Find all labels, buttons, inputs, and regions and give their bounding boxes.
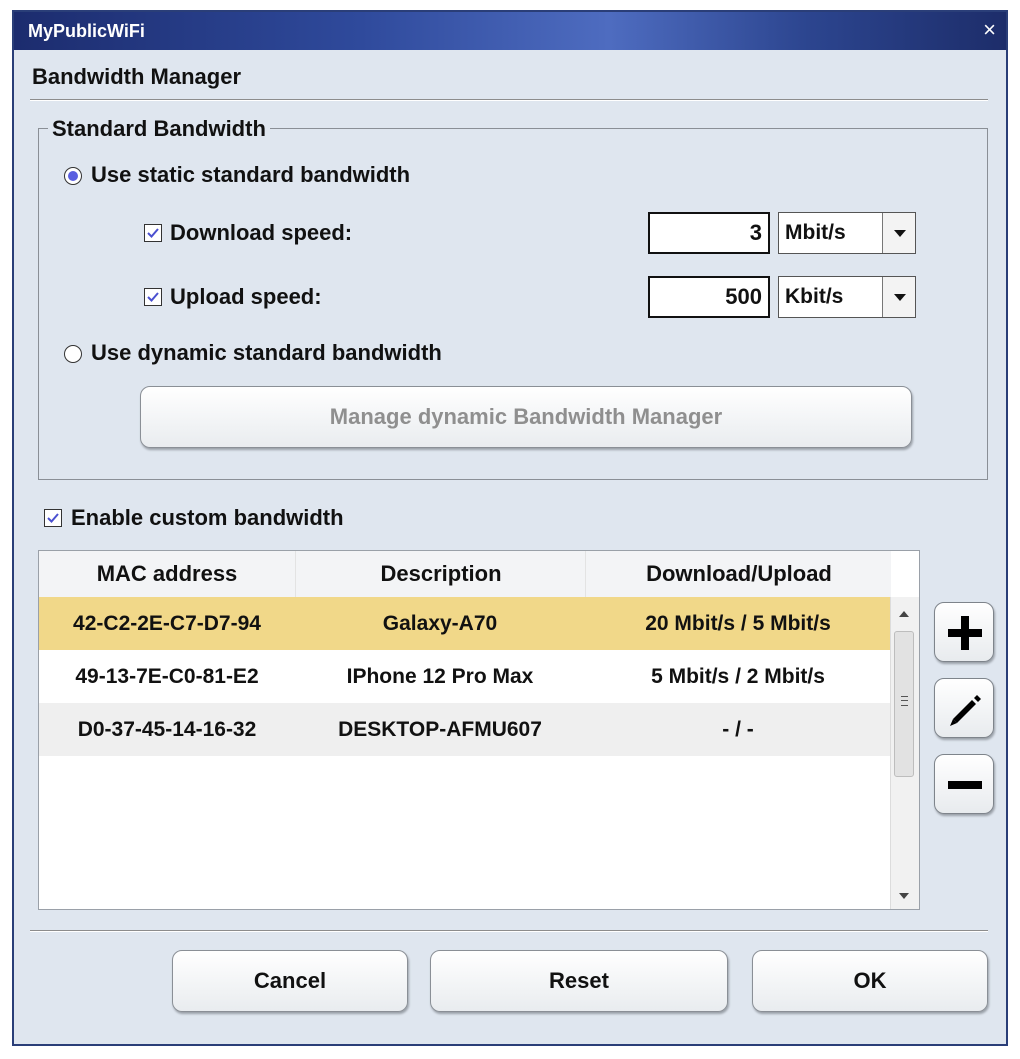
ok-button[interactable]: OK [752,950,988,1012]
checkmark-icon [147,228,159,238]
table-row[interactable]: 42-C2-2E-C7-D7-94 Galaxy-A70 20 Mbit/s /… [39,597,891,650]
cell-mac: 49-13-7E-C0-81-E2 [75,665,259,688]
download-unit-value: Mbit/s [785,221,846,244]
download-unit-select[interactable]: Mbit/s [778,212,916,254]
upload-speed-input[interactable]: 500 [648,276,770,318]
chevron-down-icon[interactable] [882,213,915,253]
table-scrollbar[interactable] [890,597,919,909]
dynamic-bandwidth-label[interactable]: Use dynamic standard bandwidth [91,340,442,366]
custom-bandwidth-table[interactable]: MAC address Description Download/Upload … [38,550,920,910]
enable-custom-label[interactable]: Enable custom bandwidth [71,505,344,531]
checkmark-icon [47,513,59,523]
remove-entry-button[interactable] [934,754,994,814]
cell-mac: D0-37-45-14-16-32 [77,718,257,741]
cancel-button[interactable]: Cancel [172,950,408,1012]
table-row[interactable]: 49-13-7E-C0-81-E2 IPhone 12 Pro Max 5 Mb… [39,650,891,703]
scroll-up-icon[interactable] [899,611,909,617]
edit-entry-button[interactable] [934,678,994,738]
add-entry-button[interactable] [934,602,994,662]
scrollbar-thumb[interactable] [894,631,914,777]
cell-mac: 42-C2-2E-C7-D7-94 [73,612,261,635]
column-header-mac[interactable]: MAC address [39,551,295,597]
static-bandwidth-radio[interactable] [64,167,82,185]
cell-bandwidth: - / - [722,718,754,741]
page-title: Bandwidth Manager [32,64,242,89]
enable-custom-checkbox[interactable] [44,509,62,527]
pencil-icon [950,695,981,726]
standard-bandwidth-title: Standard Bandwidth [48,116,270,142]
download-speed-input[interactable]: 3 [648,212,770,254]
checkmark-icon [147,292,159,302]
cell-description: Galaxy-A70 [382,612,498,635]
table-header: MAC address Description Download/Upload [39,551,891,598]
header-divider [30,99,988,101]
minus-icon [948,781,982,789]
cell-description: IPhone 12 Pro Max [346,665,534,688]
cell-bandwidth: 5 Mbit/s / 2 Mbit/s [651,665,825,688]
table-row[interactable]: D0-37-45-14-16-32 DESKTOP-AFMU607 - / - [39,703,891,756]
manage-dynamic-button[interactable]: Manage dynamic Bandwidth Manager [140,386,912,448]
download-speed-checkbox[interactable] [144,224,162,242]
grip-icon [901,696,908,706]
close-icon[interactable]: × [983,18,996,42]
upload-unit-value: Kbit/s [785,285,844,308]
column-header-bandwidth[interactable]: Download/Upload [585,551,892,597]
dynamic-bandwidth-radio[interactable] [64,345,82,363]
reset-button[interactable]: Reset [430,950,728,1012]
cell-bandwidth: 20 Mbit/s / 5 Mbit/s [645,612,831,635]
download-speed-label: Download speed: [170,220,353,245]
static-bandwidth-label[interactable]: Use static standard bandwidth [91,162,410,188]
chevron-down-icon[interactable] [882,277,915,317]
title-bar: MyPublicWiFi × [14,12,1006,50]
footer-divider [30,930,988,932]
upload-speed-checkbox[interactable] [144,288,162,306]
plus-icon [948,616,982,650]
cell-description: DESKTOP-AFMU607 [338,718,542,741]
column-header-description[interactable]: Description [295,551,586,597]
scroll-down-icon[interactable] [899,893,909,899]
upload-unit-select[interactable]: Kbit/s [778,276,916,318]
upload-speed-label: Upload speed: [170,284,322,309]
bandwidth-manager-window: MyPublicWiFi × Bandwidth Manager Standar… [12,10,1008,1046]
window-title: MyPublicWiFi [28,21,145,41]
